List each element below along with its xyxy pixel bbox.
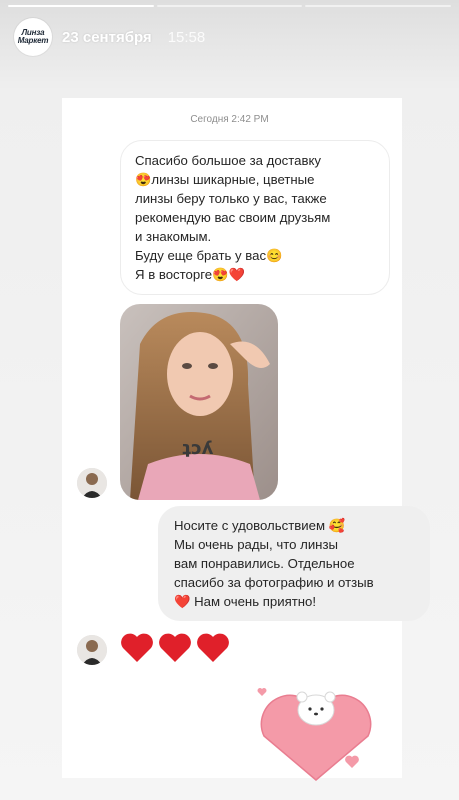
instagram-story: Линза Маркет 23 сентября 15:58 Сегодня 2… bbox=[0, 0, 459, 800]
message-line: ❤️ Нам очень приятно! bbox=[174, 594, 317, 609]
account-avatar[interactable]: Линза Маркет bbox=[14, 18, 52, 56]
story-time: 15:58 bbox=[167, 28, 206, 46]
svg-text:ʇɔʎ: ʇɔʎ bbox=[182, 438, 213, 459]
avatar-image bbox=[77, 635, 107, 665]
heart-icon bbox=[197, 633, 229, 662]
message-line: Я в восторге😍❤️ bbox=[135, 267, 245, 282]
message-line: и знакомым. bbox=[135, 229, 212, 244]
heart-icon bbox=[121, 633, 153, 662]
message-line: Мы очень рады, что линзы bbox=[174, 537, 338, 552]
progress-segment bbox=[8, 5, 154, 7]
customer-photo-illustration: ʇɔʎ bbox=[120, 304, 278, 500]
outgoing-message-bubble: Носите с удовольствием 🥰 Мы очень рады, … bbox=[158, 506, 430, 621]
heart-icon bbox=[159, 633, 191, 662]
message-line: Буду еще брать у вас😊 bbox=[135, 248, 283, 263]
story-progress-bar bbox=[8, 5, 452, 7]
story-date: 23 сентября bbox=[62, 28, 152, 46]
heart-reaction-message bbox=[120, 632, 230, 664]
customer-photo[interactable]: ʇɔʎ bbox=[120, 304, 278, 500]
message-line: спасибо за фотографию и отзыв bbox=[174, 575, 374, 590]
sender-avatar[interactable] bbox=[77, 635, 107, 665]
message-line: 😍линзы шикарные, цветные bbox=[135, 172, 315, 187]
message-line: рекомендую вас своим друзьям bbox=[135, 210, 331, 225]
story-header: Линза Маркет 23 сентября 15:58 bbox=[14, 18, 205, 56]
avatar-image bbox=[77, 468, 107, 498]
chat-timestamp: Сегодня 2:42 PM bbox=[190, 114, 269, 125]
incoming-message-bubble: Спасибо большое за доставку 😍линзы шикар… bbox=[120, 140, 390, 295]
sender-avatar[interactable] bbox=[77, 468, 107, 498]
message-line: Спасибо большое за доставку bbox=[135, 153, 321, 168]
message-line: вам понравились. Отдельное bbox=[174, 556, 355, 571]
logo-text-line2: Маркет bbox=[17, 36, 49, 45]
bear-heart-sticker bbox=[257, 688, 372, 781]
message-line: Носите с удовольствием 🥰 bbox=[174, 518, 346, 533]
message-line: линзы беру только у вас, также bbox=[135, 191, 327, 206]
progress-segment bbox=[305, 5, 452, 7]
progress-segment bbox=[156, 5, 303, 7]
